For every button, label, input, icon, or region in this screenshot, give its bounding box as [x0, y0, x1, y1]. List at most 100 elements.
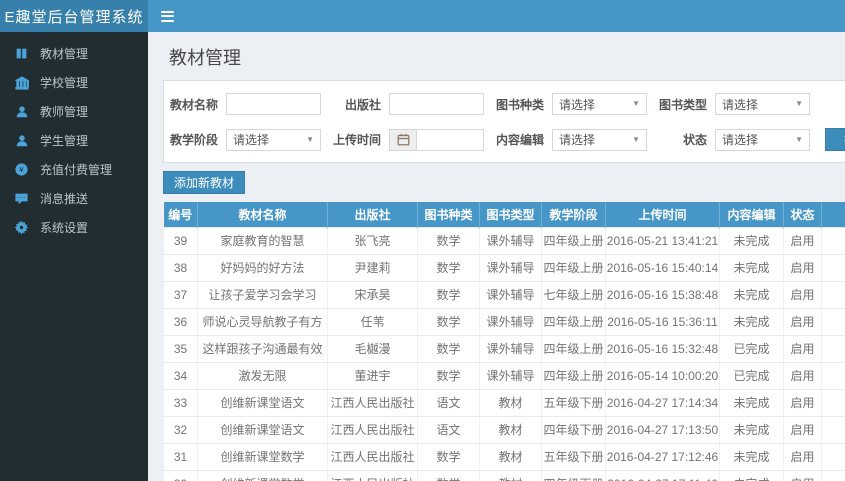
table-cell: 五年级下册	[541, 389, 606, 417]
textbook-name-input[interactable]	[226, 93, 321, 115]
sidebar-item-label: 系统设置	[40, 221, 89, 235]
chevron-down-icon: ▼	[795, 134, 803, 144]
teaching-stage-select[interactable]: 请选择 ▼	[226, 128, 321, 151]
teacher-icon	[14, 104, 29, 119]
table-cell: 2016-04-27 17:12:46	[605, 443, 720, 471]
sidebar-item-label: 学校管理	[40, 76, 89, 90]
select-value: 请选择	[722, 97, 759, 112]
table-cell: 课外辅导	[479, 335, 542, 363]
table-cell: 张飞亮	[327, 226, 418, 255]
svg-text:¥: ¥	[19, 165, 24, 174]
table-header-cell: 编号	[163, 202, 198, 227]
filter-label-upload-time: 上传时间	[333, 133, 382, 147]
table-row: 35 这样跟孩子沟通最有效 毛樾漫 数学 课外辅导 四年级上册 2016-05-16 15:…	[163, 335, 845, 363]
table-header-cell: 图书类型	[479, 202, 542, 227]
table-cell: 2016-05-16 15:38:48	[605, 281, 720, 309]
select-value: 请选择	[559, 97, 596, 112]
table-cell: 启用	[783, 335, 822, 363]
sidebar-item-settings[interactable]: 系统设置	[0, 213, 148, 242]
table-cell: 未完成	[719, 443, 784, 471]
table-cell: 任苇	[327, 308, 418, 336]
publisher-input[interactable]	[389, 93, 484, 115]
table-cell: 四年级下册	[541, 416, 606, 444]
table-cell: 2016-05-16 15:40:14	[605, 254, 720, 282]
table-cell: 创维新课堂语文	[197, 389, 328, 417]
table-header-cell: 出版社	[327, 202, 418, 227]
table-row: 30创维新课堂数学江西人民出版社数学教材四年级下册2016-04-27 17:1…	[163, 470, 845, 481]
table-cell: 2016-04-27 17:11:46	[605, 470, 720, 481]
table-cell: 未完成	[719, 470, 784, 481]
book-type-select[interactable]: 请选择 ▼	[715, 93, 810, 115]
table-cell: 未完成	[719, 254, 784, 282]
sidebar-item-payments[interactable]: ¥ 充值付费管理	[0, 155, 148, 184]
table-cell: 未完成	[719, 389, 784, 417]
table-cell: 2016-04-27 17:14:34	[605, 389, 720, 417]
table-cell: 33	[163, 389, 198, 417]
bank-icon	[14, 75, 29, 90]
table-row: 34 激发无限 董进宇 数学 课外辅导 四年级上册 2016-05-14 10:00:20 已…	[163, 362, 845, 390]
calendar-icon	[389, 128, 416, 151]
table-cell: 七年级上册	[541, 281, 606, 309]
select-value: 请选择	[233, 133, 270, 147]
table-cell: 未完成	[719, 281, 784, 309]
table-cell: 江西人民出版社	[327, 389, 418, 417]
search-button[interactable]: 搜索	[825, 128, 845, 151]
navbar	[148, 0, 845, 32]
table-cell: 31	[163, 443, 198, 471]
sidebar-item-label: 教材管理	[40, 47, 89, 61]
sidebar-item-label: 教师管理	[40, 105, 89, 119]
table-cell: 尹建莉	[327, 254, 418, 282]
sidebar-item-messages[interactable]: 消息推送	[0, 184, 148, 213]
table-cell: 数学	[417, 254, 480, 282]
action-cell	[821, 416, 845, 444]
table-cell: 启用	[783, 389, 822, 417]
filter-label-teaching-stage: 教学阶段	[170, 133, 219, 147]
table-cell: 课外辅导	[479, 281, 542, 309]
filter-label-textbook-name: 教材名称	[170, 97, 219, 112]
table-header-row: 编号 教材名称 出版社 图书种类 图书类型 教学阶段 上传时间 内容编辑 状态	[163, 202, 845, 227]
table-cell: 启用	[783, 362, 822, 390]
table-cell: 36	[163, 308, 198, 336]
table-cell: 课外辅导	[479, 308, 542, 336]
table-cell: 2016-05-16 15:32:48	[605, 335, 720, 363]
action-cell	[821, 254, 845, 282]
sidebar-item-teachers[interactable]: 教师管理	[0, 97, 148, 126]
content-edit-select[interactable]: 请选择 ▼	[552, 128, 647, 151]
table-row: 39 家庭教育的智慧 张飞亮 数学 课外辅导 四年级上册 2016-05-21 13:41:…	[163, 226, 845, 255]
table-cell: 师说心灵导航教子有方	[197, 308, 328, 336]
sidebar-item-students[interactable]: 学生管理	[0, 126, 148, 155]
table-cell: 激发无限	[197, 362, 328, 390]
action-cell	[821, 389, 845, 417]
table-cell: 38	[163, 254, 198, 282]
table-row: 37 让孩子爱学习会学习 宋承昊 数学 课外辅导 七年级上册 2016-05-16 15:3…	[163, 281, 845, 309]
sidebar-item-textbooks[interactable]: 教材管理	[0, 39, 148, 68]
action-cell	[821, 226, 845, 255]
table-cell: 启用	[783, 254, 822, 282]
book-category-select[interactable]: 请选择 ▼	[552, 93, 647, 115]
add-textbook-button[interactable]: 添加新教材	[163, 171, 245, 194]
sidebar-toggle-icon[interactable]	[161, 10, 174, 22]
filter-label-status: 状态	[682, 133, 707, 147]
table-cell: 教材	[479, 416, 542, 444]
sidebar-item-schools[interactable]: 学校管理	[0, 68, 148, 97]
action-cell	[821, 470, 845, 481]
table-cell: 江西人民出版社	[327, 443, 418, 471]
table-header-cell: 上传时间	[605, 202, 720, 227]
table-cell: 宋承昊	[327, 281, 418, 309]
status-select[interactable]: 请选择 ▼	[715, 128, 810, 151]
sidebar-item-label: 学生管理	[40, 134, 89, 148]
table-cell: 教材	[479, 470, 542, 481]
textbook-table: 编号 教材名称 出版社 图书种类 图书类型 教学阶段 上传时间 内容编辑 状态 39 家庭教育的智…	[163, 202, 845, 481]
table-cell: 语文	[417, 389, 480, 417]
table-body: 39 家庭教育的智慧 张飞亮 数学 课外辅导 四年级上册 2016-05-21 13:41:…	[163, 226, 845, 481]
filter-panel: 教材名称 出版社 图书种类 请选择 ▼ 图书类型 请选择 ▼ 教学阶段 请选择 …	[163, 80, 845, 163]
table-row: 32 创维新课堂语文 江西人民出版社 语文 教材 四年级下册 2016-04-27 17:1…	[163, 416, 845, 444]
table-cell: 教材	[479, 389, 542, 417]
table-cell: 四年级上册	[541, 362, 606, 390]
select-value: 请选择	[722, 133, 759, 147]
upload-time-input[interactable]	[416, 128, 484, 151]
table-cell: 创维新课堂数学	[197, 443, 328, 471]
filter-label-content-edit: 内容编辑	[496, 133, 545, 147]
student-icon	[14, 133, 29, 148]
table-cell: 董进宇	[327, 362, 418, 390]
